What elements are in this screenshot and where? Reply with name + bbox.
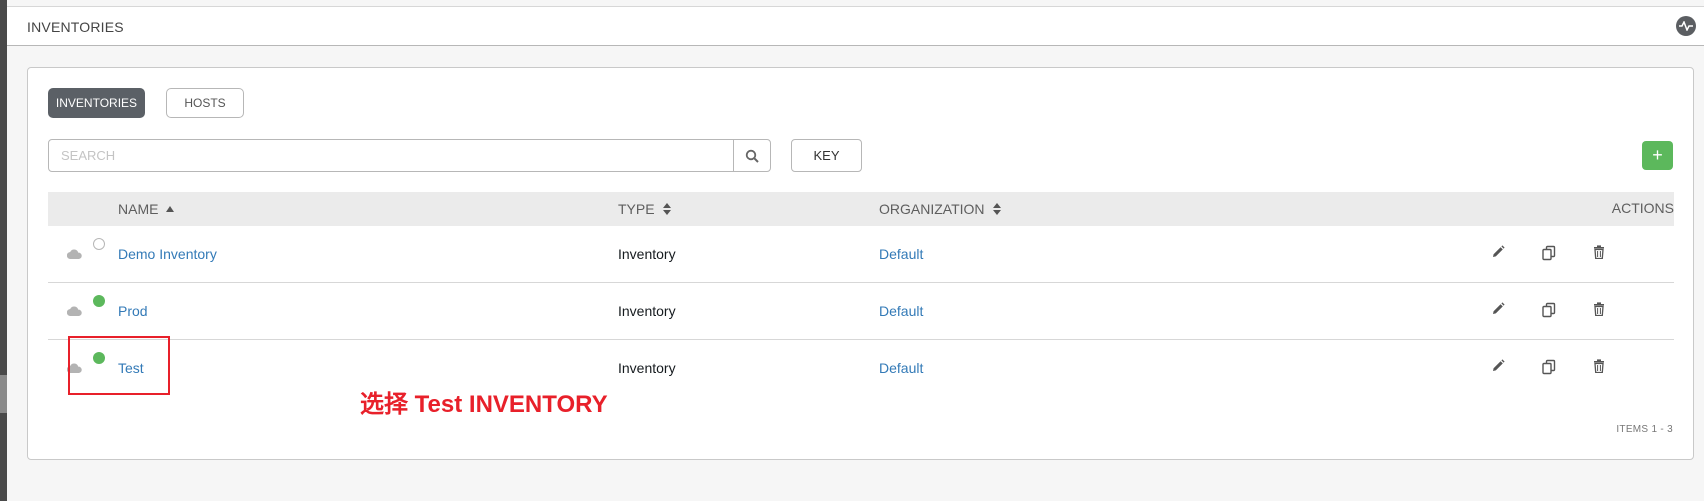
delete-icon[interactable] [1593,359,1605,373]
table-row: Prod Inventory Default [48,283,1674,340]
annotation-text: 选择 Test INVENTORY [360,391,608,418]
page-title: INVENTORIES [27,19,124,35]
table-row: Demo Inventory Inventory Default [48,226,1674,283]
organization-link[interactable]: Default [879,246,923,262]
column-label-organization: ORGANIZATION [879,201,985,217]
column-label-name: NAME [118,201,159,217]
search-input[interactable] [49,140,713,171]
inventory-type: Inventory [618,246,676,262]
column-header-organization[interactable]: ORGANIZATION [879,201,1001,217]
annotation-highlight-box [68,336,170,395]
left-nav-strip [0,0,7,501]
column-header-name[interactable]: NAME [118,201,175,217]
column-header-type[interactable]: TYPE [618,201,671,217]
cloud-icon [67,249,82,259]
organization-link[interactable]: Default [879,360,923,376]
inventory-type: Inventory [618,303,676,319]
inventory-type: Inventory [618,360,676,376]
table-row: Test Inventory Default [48,340,1674,397]
table-header: NAME TYPE ORGANIZATION ACTIONS [48,192,1674,226]
key-button[interactable]: KEY [791,139,862,172]
status-indicator[interactable] [93,295,105,307]
copy-icon[interactable] [1541,302,1557,318]
edit-icon[interactable] [1491,302,1505,316]
inventory-name-link[interactable]: Prod [118,303,148,319]
nav-scroll-marker [0,375,7,413]
organization-link[interactable]: Default [879,303,923,319]
delete-icon[interactable] [1593,302,1605,316]
page-header: INVENTORIES [7,6,1704,46]
edit-icon[interactable] [1491,245,1505,259]
sort-ascending-icon [166,206,175,212]
search-icon[interactable] [733,140,770,171]
cloud-icon [67,306,82,316]
delete-icon[interactable] [1593,245,1605,259]
sort-icon [662,203,671,215]
copy-icon[interactable] [1541,245,1557,261]
search-bar [48,139,771,172]
inventory-name-link[interactable]: Demo Inventory [118,246,217,262]
tab-inventories[interactable]: INVENTORIES [48,88,145,118]
pagination-count: ITEMS 1 - 3 [1616,424,1673,435]
status-indicator[interactable] [93,238,105,250]
copy-icon[interactable] [1541,359,1557,375]
add-button[interactable]: + [1642,141,1673,170]
column-header-actions: ACTIONS [1611,200,1674,216]
edit-icon[interactable] [1491,359,1505,373]
tab-hosts[interactable]: HOSTS [166,88,244,118]
sort-icon [992,203,1001,215]
activity-stream-icon[interactable] [1676,16,1696,36]
column-label-type: TYPE [618,201,655,217]
inventories-panel: INVENTORIES HOSTS KEY + NAME TYPE ORGANI… [27,67,1694,460]
